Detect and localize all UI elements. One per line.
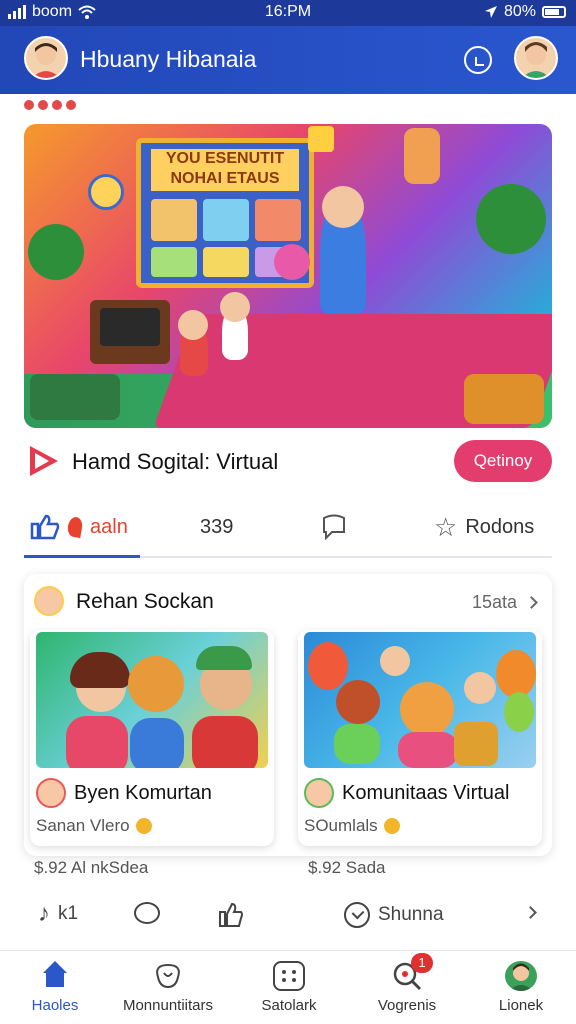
chevron-right-icon xyxy=(525,596,538,609)
history-button[interactable] xyxy=(464,46,492,74)
hero-chest xyxy=(464,374,544,424)
price-right: $.92 Sada xyxy=(308,858,386,877)
community-item-image xyxy=(304,632,536,768)
like-label: aaln xyxy=(90,515,128,538)
community-meta-label: 15ata xyxy=(471,592,517,612)
play-icon[interactable] xyxy=(30,446,58,476)
nav-label: Lionek xyxy=(498,997,544,1014)
nav-item-grid[interactable]: Satolark xyxy=(234,961,344,1021)
notification-badge: 1 xyxy=(411,953,433,973)
app-title: Hbuany Hibanaia xyxy=(80,46,257,72)
count-value: 339 xyxy=(200,515,234,538)
community-item-subtitle-text: SOumlals xyxy=(304,816,378,835)
nav-label: Haoles xyxy=(31,997,79,1014)
share-label: Shunna xyxy=(378,904,444,925)
hero-tree-right xyxy=(476,184,546,254)
avatar-face-icon xyxy=(32,43,60,78)
partial-rating-row xyxy=(24,98,76,112)
coin-icon xyxy=(135,818,152,834)
active-tab-indicator xyxy=(24,555,140,558)
coin-icon xyxy=(383,818,400,834)
profile-avatar[interactable] xyxy=(514,36,558,80)
clock-check-icon xyxy=(344,902,370,928)
share-button[interactable]: Shunna xyxy=(344,902,444,928)
nav-label: Satolark xyxy=(261,997,317,1014)
creator-avatar xyxy=(36,778,66,808)
home-icon xyxy=(39,961,71,991)
header-avatar[interactable] xyxy=(24,36,68,80)
nav-item-search[interactable]: 1 Vogrenis xyxy=(352,953,462,1021)
nav-item-profile[interactable]: Lionek xyxy=(466,961,576,1021)
more-button[interactable] xyxy=(524,906,537,919)
community-item-subtitle: SOumlals xyxy=(304,816,400,836)
price-row: $.92 Al nkSdea $.92 Sada xyxy=(34,858,534,880)
hero-board-title: YOU ESENUTIT NOHAI ETAUS xyxy=(151,149,299,191)
hero-tree-left xyxy=(28,224,84,280)
comment-icon xyxy=(323,514,345,540)
like-count: k1 xyxy=(58,903,79,924)
hero-cube xyxy=(308,126,334,152)
thumbs-up-icon xyxy=(219,902,243,927)
bottom-nav: Haoles Monnuntiitars Satolark 1 Vogrenis… xyxy=(0,950,576,1024)
community-item-subtitle-text: Sanan Vlero xyxy=(36,816,130,835)
community-item-image xyxy=(36,632,268,768)
app-header: Hbuany Hibanaia xyxy=(0,26,576,94)
chat-icon xyxy=(134,902,160,924)
music-note-icon: ♪ xyxy=(38,900,50,927)
count-tab[interactable]: 339 xyxy=(200,512,233,542)
like-tab[interactable]: aaln xyxy=(30,512,128,542)
hero-arcade-panel xyxy=(30,374,120,420)
chevron-right-icon xyxy=(524,906,537,919)
battery-icon xyxy=(542,6,566,18)
community-item-subtitle: Sanan Vlero xyxy=(36,816,152,836)
interaction-row: ♪ k1 Shunna xyxy=(34,896,542,936)
nav-item-communities[interactable]: Monnuntiitars xyxy=(100,961,236,1021)
hero-stool xyxy=(274,244,310,280)
hero-badge xyxy=(88,174,124,210)
creator-avatar xyxy=(304,778,334,808)
comment-tab[interactable] xyxy=(320,512,348,542)
fire-icon xyxy=(66,515,84,539)
community-avatar xyxy=(34,586,64,616)
status-right: 80% xyxy=(484,3,566,21)
status-bar: boom 16:PM 80% xyxy=(0,0,576,26)
chat-button[interactable] xyxy=(134,902,160,924)
community-card[interactable]: Rehan Sockan 15ata Byen Komurtan Sanan V… xyxy=(24,574,552,856)
like-icon xyxy=(30,514,60,540)
hero-lamp xyxy=(404,128,440,184)
rate-label: Rodons xyxy=(465,515,535,538)
community-item-card[interactable]: Komunitaas Virtual SOumlals xyxy=(298,630,542,846)
nav-label: Monnuntiitars xyxy=(122,997,214,1014)
community-item-title: Komunitaas Virtual xyxy=(342,782,510,804)
star-icon: ☆ xyxy=(434,512,458,542)
cta-button[interactable]: Qetinoy xyxy=(454,440,552,482)
thumb-button[interactable] xyxy=(218,902,244,928)
profile-avatar-icon xyxy=(505,961,537,991)
grid-icon xyxy=(273,961,305,991)
community-meta[interactable]: 15ata xyxy=(471,592,538,613)
battery-percent: 80% xyxy=(503,3,536,20)
hero-illustration[interactable]: YOU ESENUTIT NOHAI ETAUS xyxy=(24,124,552,428)
hero-tv xyxy=(90,300,170,364)
community-title: Rehan Sockan xyxy=(76,590,214,613)
price-left: $.92 Al nkSdea xyxy=(34,858,149,877)
video-title: Hamd Sogital: Virtual xyxy=(72,449,279,474)
avatar-face-icon xyxy=(522,42,550,78)
video-title-row: Hamd Sogital: Virtual Qetinoy xyxy=(24,436,552,488)
rate-tab[interactable]: ☆ Rodons xyxy=(434,512,534,542)
community-item-card[interactable]: Byen Komurtan Sanan Vlero xyxy=(30,630,274,846)
search-icon: 1 xyxy=(391,953,433,991)
music-like-button[interactable]: ♪ k1 xyxy=(38,902,78,926)
communities-icon xyxy=(152,961,184,991)
nav-item-home[interactable]: Haoles xyxy=(0,961,110,1021)
community-item-title: Byen Komurtan xyxy=(74,782,212,804)
nav-label: Vogrenis xyxy=(377,997,437,1014)
location-arrow-icon xyxy=(484,6,497,18)
action-tabs: aaln 339 ☆ Rodons xyxy=(24,500,552,558)
